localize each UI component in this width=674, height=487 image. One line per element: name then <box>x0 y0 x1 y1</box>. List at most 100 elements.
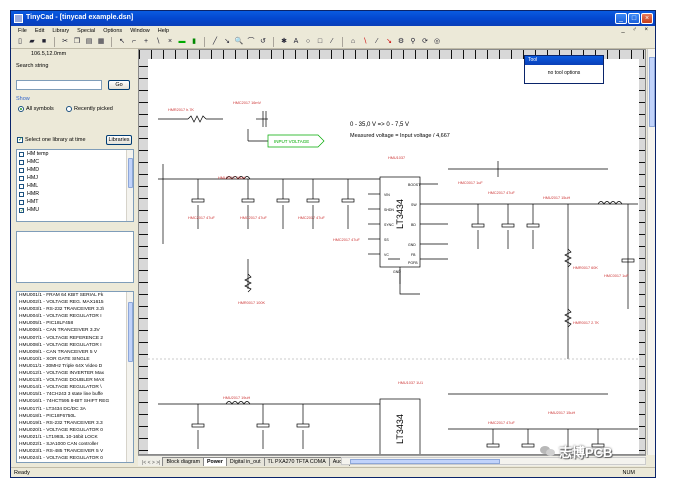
tab-tl-pxa270[interactable]: TL PXA270 TFTA COMA <box>263 457 330 466</box>
junction-icon[interactable]: ∖ <box>153 37 163 47</box>
ellipse-icon[interactable]: ○ <box>303 37 313 47</box>
canvas-vertical-scrollbar[interactable] <box>647 49 655 455</box>
no-connect-icon[interactable]: × <box>165 37 175 47</box>
wire-icon[interactable]: ⌐ <box>129 37 139 47</box>
settings-icon[interactable]: ⚙ <box>396 37 406 47</box>
list-item[interactable]: HMU024/1 - VOLTAGE REGULATOR 0 <box>17 455 133 462</box>
bus-icon[interactable]: + <box>141 37 151 47</box>
list-item[interactable]: HMU017/1 - LT3434 DC/DC 3A <box>17 406 133 413</box>
design-rule-icon[interactable]: ∖ <box>360 37 370 47</box>
list-item[interactable]: HMU025/1 - 8EV REGULATOR 0/5A L <box>17 462 133 463</box>
library-checkbox[interactable] <box>19 175 24 181</box>
new-file-icon[interactable]: ▯ <box>15 37 25 47</box>
maximize-button[interactable]: □ <box>628 13 640 24</box>
save-icon[interactable]: ■ <box>39 37 49 47</box>
rectangle-icon[interactable]: □ <box>315 37 325 47</box>
tab-block-diagram[interactable]: Block diagram <box>162 457 205 466</box>
library-checkbox[interactable] <box>19 199 24 205</box>
search-input[interactable] <box>16 80 102 90</box>
list-item[interactable]: HMU004/1 - VOLTAGE REGULATOR I <box>17 313 133 320</box>
list-item[interactable]: HMT <box>17 198 133 206</box>
tab-digital-in-out[interactable]: Digital in_out <box>225 457 265 466</box>
list-item[interactable]: HMU001/1 - FRAM 64 KBIT SERIAL Fk <box>17 292 133 299</box>
move-icon[interactable]: ↘ <box>222 37 232 47</box>
tool-options-title[interactable]: Tool <box>525 56 603 65</box>
list-item[interactable]: HMU006/1 - CAN TRANCEIVER 3.3V <box>17 327 133 334</box>
tab-power[interactable]: Power <box>203 457 227 466</box>
list-item[interactable]: HM temp <box>17 150 133 158</box>
library-checkbox[interactable] <box>19 167 24 173</box>
menu-help[interactable]: Help <box>154 28 173 34</box>
bom-icon[interactable]: ↘ <box>384 37 394 47</box>
minimize-button[interactable]: _ <box>615 13 627 24</box>
paste-icon[interactable]: ▤ <box>84 37 94 47</box>
library-checkbox[interactable]: ✓ <box>19 207 24 213</box>
zoom-icon[interactable]: 🔍 <box>234 37 244 47</box>
cut-icon[interactable]: ✂ <box>60 37 70 47</box>
tab-navigation-arrows[interactable]: |< < > >| <box>140 460 162 466</box>
menu-options[interactable]: Options <box>99 28 126 34</box>
label-icon[interactable]: ▬ <box>177 37 187 47</box>
help-icon[interactable]: ◎ <box>432 37 442 47</box>
open-folder-icon[interactable]: ▰ <box>27 37 37 47</box>
list-item[interactable]: HMR <box>17 190 133 198</box>
recently-picked-radio[interactable] <box>66 106 72 112</box>
list-item[interactable]: HMC <box>17 158 133 166</box>
libraries-button[interactable]: Libraries <box>106 135 132 145</box>
list-item[interactable]: HMU014/1 - VOLTAGE REGULATOR \ <box>17 384 133 391</box>
refresh-icon[interactable]: ⟳ <box>420 37 430 47</box>
list-item[interactable]: HMU018/1 - PIC18F6750L <box>17 413 133 420</box>
zoom-in-icon[interactable]: ⚲ <box>408 37 418 47</box>
list-item[interactable]: HMU021/1 - LT1993L 10-16bit LOCK <box>17 434 133 441</box>
close-button[interactable]: × <box>641 13 653 24</box>
pin-icon[interactable]: ✱ <box>279 37 289 47</box>
app-icon[interactable] <box>14 14 23 23</box>
list-item[interactable]: HMJ <box>17 174 133 182</box>
list-item[interactable]: HMU009/1 - CAN TRANCEIVER 5 V <box>17 349 133 356</box>
list-item[interactable]: HMD <box>17 166 133 174</box>
copy-icon[interactable]: ❐ <box>72 37 82 47</box>
library-list[interactable]: HM temp HMC HMD HMJ HML HMR HMT ✓ HMU <box>16 149 134 222</box>
menu-library[interactable]: Library <box>48 28 73 34</box>
all-symbols-radio[interactable] <box>18 106 24 112</box>
library-checkbox[interactable] <box>19 183 24 189</box>
list-item[interactable]: HMU022/1 - SJA1000 CAN controller <box>17 441 133 448</box>
text-tool-icon[interactable]: A <box>291 37 301 47</box>
print-icon[interactable]: ▦ <box>96 37 106 47</box>
rotate-icon[interactable]: ↺ <box>258 37 268 47</box>
menu-window[interactable]: Window <box>126 28 154 34</box>
list-item[interactable]: HMU016/1 - 74HCT595 8-BIT SHIFT REG <box>17 398 133 405</box>
symbol-list-scrollbar[interactable] <box>126 292 133 462</box>
menu-special[interactable]: Special <box>73 28 99 34</box>
tool-options-window[interactable]: Tool no tool options <box>524 55 604 84</box>
list-item[interactable]: HMU019/1 - RS-232 TRANCEIVER 3.3 <box>17 420 133 427</box>
symbol-list[interactable]: HMU001/1 - FRAM 64 KBIT SERIAL Fk HMU002/… <box>16 291 134 463</box>
netlist-icon[interactable]: ⁄ <box>372 37 382 47</box>
library-checkbox[interactable] <box>19 151 24 157</box>
go-button[interactable]: Go <box>108 80 130 90</box>
list-item[interactable]: HMU008/1 - VOLTAGE REGULATOR I <box>17 342 133 349</box>
title-bar[interactable]: TinyCad - [tinycad example.dsn] _ □ × <box>11 11 655 26</box>
list-item[interactable]: HMU023/1 - RS-485 TRANCEIVER 5 V <box>17 448 133 455</box>
list-item[interactable]: HMU010/1 - XOR GATE SINGLE <box>17 356 133 363</box>
library-checkbox[interactable] <box>19 159 24 165</box>
list-item[interactable]: HMU012/1 - VOLTAGE INVERTER Max <box>17 370 133 377</box>
list-item[interactable]: HMU005/1 - PIC18LF458 <box>17 320 133 327</box>
schematic-drawing[interactable]: HMR2017 h.7K HMC2017 16mV HMU2017 19uH H… <box>148 59 641 455</box>
list-item[interactable]: HMU013/1 - VOLTAGE DOUBLER MAX <box>17 377 133 384</box>
list-item[interactable]: HMU003/1 - RS-232 TRANCEIVER 3.3\ <box>17 306 133 313</box>
library-list-scrollbar[interactable] <box>126 150 133 221</box>
mdi-controls[interactable]: _ ♂ × <box>621 27 651 33</box>
list-item[interactable]: HMU020/1 - VOLTAGE REGULATOR 0 <box>17 427 133 434</box>
list-item[interactable]: HMU011/1 - 30MHz Triple 64X Video D <box>17 363 133 370</box>
power-icon[interactable]: ▮ <box>189 37 199 47</box>
list-item[interactable]: ✓ HMU <box>17 206 133 214</box>
list-item[interactable]: HML <box>17 182 133 190</box>
select-one-library-checkbox[interactable]: ✓ <box>17 137 23 143</box>
polygon-icon[interactable]: ⌒ <box>246 37 256 47</box>
list-item[interactable]: HMU002/1 - VOLTAGE REG. MAX1615 <box>17 299 133 306</box>
library-checkbox[interactable] <box>19 191 24 197</box>
list-item[interactable]: HMU007/1 - VOLTAGE REFERENCE 2 <box>17 335 133 342</box>
arc-icon[interactable]: ⁄ <box>327 37 337 47</box>
select-arrow-icon[interactable]: ↖ <box>117 37 127 47</box>
